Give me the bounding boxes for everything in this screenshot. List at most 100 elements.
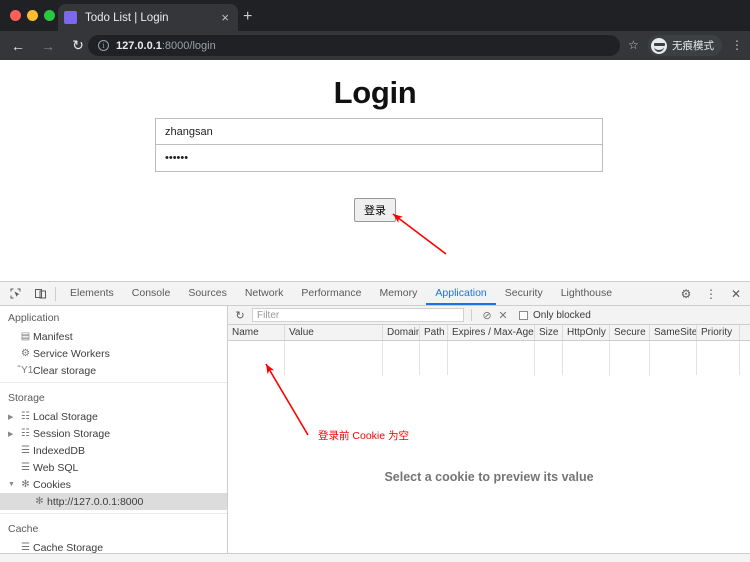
sidebar-item-label: Manifest [33,331,73,343]
close-window-button[interactable] [10,10,21,21]
column-header-samesite[interactable]: SameSite [650,325,697,340]
document-icon: ▤ [18,331,33,342]
cookie-icon: ✻ [32,496,47,507]
site-info-icon[interactable]: i [98,40,109,51]
tab-strip: Todo List | Login × + [0,0,750,31]
sidebar-item-session-storage[interactable]: ▶☷Session Storage [0,425,227,442]
sidebar-item-http-127-0-0-1-8000[interactable]: ▶✻http://127.0.0.1:8000 [0,493,227,510]
table-icon: ☷ [18,411,33,422]
sidebar-item-web-sql[interactable]: ▶☰Web SQL [0,459,227,476]
sidebar-item-label: http://127.0.0.1:8000 [47,496,143,508]
column-header-path[interactable]: Path [420,325,448,340]
application-sidebar[interactable]: Application▶▤Manifest▶⚙Service Workers▶Ὕ… [0,306,228,562]
back-icon[interactable]: ← [6,34,30,58]
login-button[interactable]: 登录 [354,198,396,222]
only-blocked-label: Only blocked [533,310,591,321]
sidebar-divider [0,382,227,383]
annotation-label-cookie-empty: 登录前 Cookie 为空 [318,428,409,443]
password-input[interactable] [155,145,603,172]
column-header-priority[interactable]: Priority [697,325,740,340]
devtools-footer [0,553,750,562]
sidebar-item-service-workers[interactable]: ▶⚙Service Workers [0,345,227,362]
column-header-value[interactable]: Value [285,325,383,340]
sidebar-section-title: Application [0,306,227,328]
settings-gear-icon[interactable]: ⚙ [676,284,696,304]
reload-icon[interactable]: ↻ [66,34,90,58]
sidebar-item-manifest[interactable]: ▶▤Manifest [0,328,227,345]
maximize-window-button[interactable] [44,10,55,21]
devtools-tab-performance[interactable]: Performance [292,282,370,305]
devtools-tab-application[interactable]: Application [426,282,495,305]
inspect-element-icon[interactable] [5,284,25,304]
address-bar[interactable]: i 127.0.0.1:8000/login [88,35,620,56]
cookie-preview-message: Select a cookie to preview its value [228,470,750,484]
window-controls[interactable] [10,10,55,21]
devtools-tab-elements[interactable]: Elements [61,282,123,305]
address-bar-url: 127.0.0.1:8000/login [116,40,216,52]
minimize-window-button[interactable] [27,10,38,21]
only-blocked-checkbox[interactable]: Only blocked [519,310,591,321]
device-toolbar-icon[interactable] [30,284,50,304]
database-icon: ☰ [18,445,33,456]
devtools-tabbar-actions: ⚙ ⋮ ✕ [671,282,746,306]
cookie-preview-pane: Select a cookie to preview its value [228,375,750,553]
sidebar-section-title: Cache [0,517,227,539]
devtools-tab-memory[interactable]: Memory [370,282,426,305]
sidebar-divider [0,513,227,514]
column-header-size[interactable]: Size [535,325,563,340]
chevron-right-icon[interactable]: ▶ [8,413,18,421]
sidebar-item-label: Clear storage [33,365,96,377]
close-tab-icon[interactable]: × [218,11,232,24]
devtools-tab-lighthouse[interactable]: Lighthouse [552,282,621,305]
sidebar-item-label: Service Workers [33,348,110,360]
devtools-tab-sources[interactable]: Sources [179,282,236,305]
column-header-expires-max-age[interactable]: Expires / Max-Age [448,325,535,340]
devtools-tab-security[interactable]: Security [496,282,552,305]
sidebar-item-label: Cache Storage [33,542,103,554]
browser-menu-icon[interactable]: ⋮ [731,39,743,51]
toolbar-divider [471,309,472,321]
username-input[interactable] [155,118,603,145]
chevron-right-icon[interactable]: ▶ [8,430,18,438]
url-path: :8000/login [162,40,216,52]
database-icon: ☰ [18,462,33,473]
column-header-domain[interactable]: Domain [383,325,420,340]
page-title: Login [0,75,750,111]
sidebar-item-cookies[interactable]: ▼✻Cookies [0,476,227,493]
refresh-icon[interactable]: ↻ [232,309,248,322]
new-tab-button[interactable]: + [243,9,252,25]
favicon-icon [64,11,77,24]
clear-all-cookies-icon[interactable]: ⊘ [479,309,495,322]
chevron-down-icon[interactable]: ▼ [8,481,18,488]
close-devtools-icon[interactable]: ✕ [726,284,746,304]
devtools-tab-console[interactable]: Console [123,282,180,305]
incognito-indicator[interactable]: 无痕模式 [648,35,722,56]
devtools-tab-network[interactable]: Network [236,282,293,305]
browser-tab[interactable]: Todo List | Login × [58,4,238,31]
sidebar-item-label: Cookies [33,479,71,491]
checkbox-box [519,311,528,320]
filter-input[interactable]: Filter [252,308,464,322]
column-header-httponly[interactable]: HttpOnly [563,325,610,340]
devtools-tabbar: Elements Console Sources Network Perform… [0,282,750,306]
bookmark-star-icon[interactable]: ☆ [628,38,639,52]
sidebar-item-indexeddb[interactable]: ▶☰IndexedDB [0,442,227,459]
login-form [155,118,603,172]
column-header-name[interactable]: Name [228,325,285,340]
sidebar-item-label: Web SQL [33,462,78,474]
devtools-more-icon[interactable]: ⋮ [701,284,721,304]
sidebar-section-title: Storage [0,386,227,408]
sidebar-item-clear-storage[interactable]: ▶Ὕ1Clear storage [0,362,227,379]
forward-icon[interactable]: → [36,34,60,58]
sidebar-item-local-storage[interactable]: ▶☷Local Storage [0,408,227,425]
cookies-panel: ↻ Filter ⊘ ✕ Only blocked NameValueDomai… [228,306,750,562]
column-header-secure[interactable]: Secure [610,325,650,340]
sidebar-item-label: Session Storage [33,428,110,440]
incognito-label: 无痕模式 [672,38,714,53]
sidebar-item-label: IndexedDB [33,445,85,457]
tab-title: Todo List | Login [85,12,218,24]
incognito-icon [651,38,667,54]
delete-cookie-icon[interactable]: ✕ [495,309,511,322]
table-icon: ☷ [18,428,33,439]
trash-icon: Ὕ1 [18,365,33,376]
